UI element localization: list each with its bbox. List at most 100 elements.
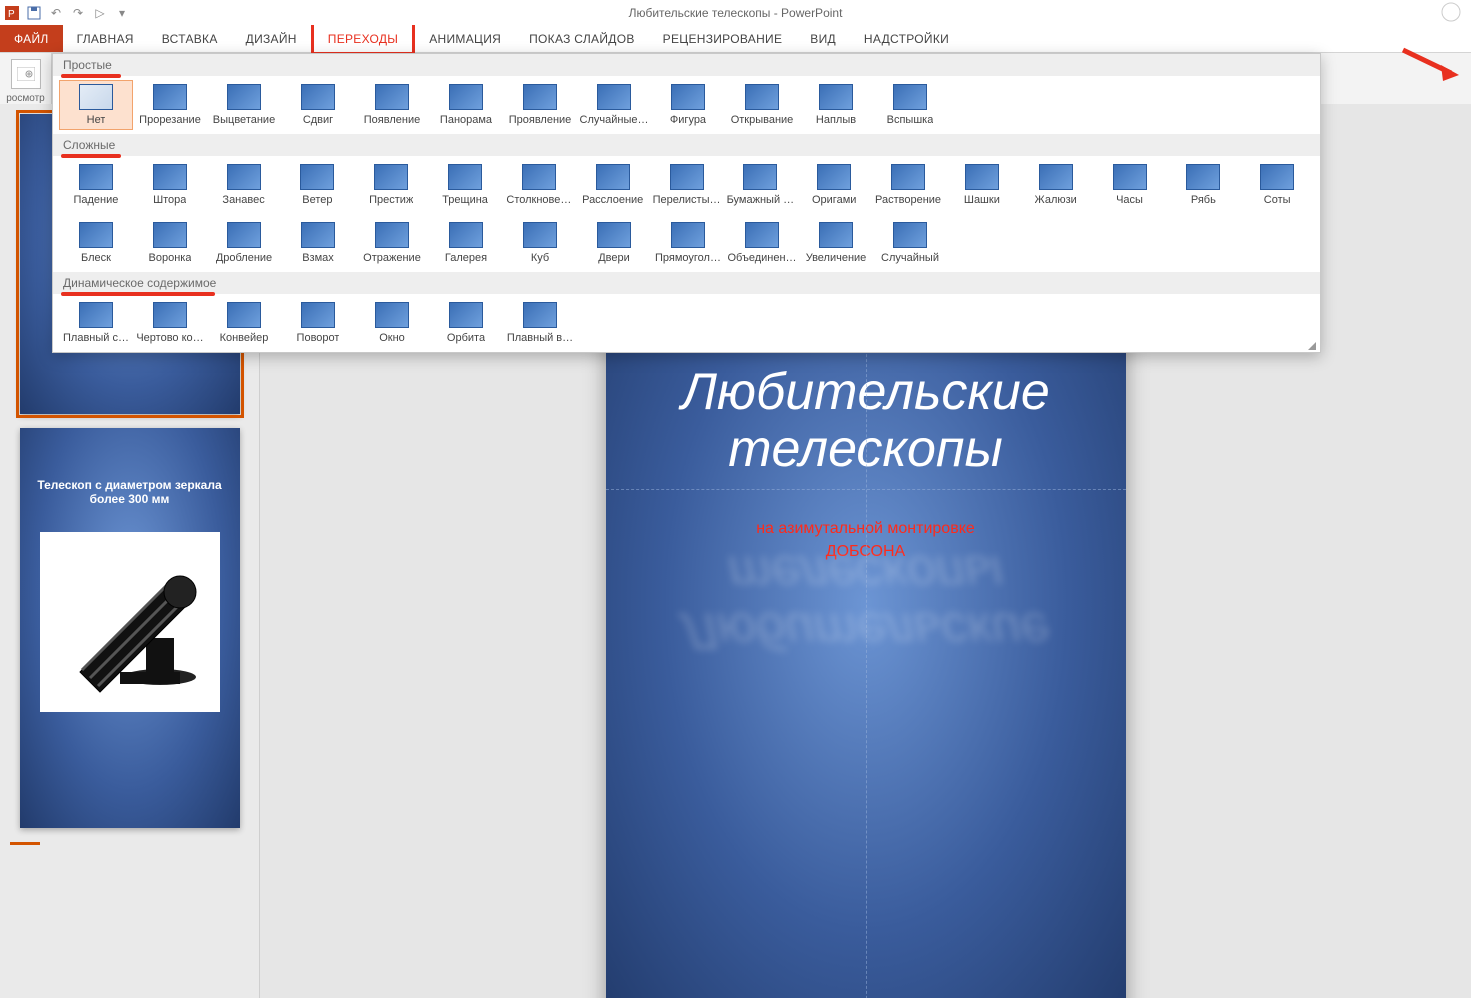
transition-нет[interactable]: Нет (59, 80, 133, 130)
transition-label: Окно (379, 332, 405, 344)
transition-расслоение[interactable]: Расслоение (576, 160, 650, 210)
transition-падение[interactable]: Падение (59, 160, 133, 210)
transition-выцветание[interactable]: Выцветание (207, 80, 281, 130)
transition-окно[interactable]: Окно (355, 298, 429, 348)
transition-label: Трещина (442, 194, 488, 206)
transition-thumb-icon (596, 164, 630, 190)
tab-review[interactable]: РЕЦЕНЗИРОВАНИЕ (649, 25, 797, 52)
gallery-resize-grip-icon[interactable] (1306, 340, 1316, 350)
transition-thumb-icon (893, 84, 927, 110)
transition-label: Вспышка (887, 114, 934, 126)
transition-thumb-icon (375, 84, 409, 110)
transition-thumb-icon (449, 222, 483, 248)
tab-slideshow[interactable]: ПОКАЗ СЛАЙДОВ (515, 25, 649, 52)
transition-блеск[interactable]: Блеск (59, 218, 133, 268)
window-help-icon[interactable] (1441, 2, 1461, 22)
transition-thumb-icon (301, 222, 335, 248)
tab-insert[interactable]: ВСТАВКА (148, 25, 232, 52)
transition-чертовоко[interactable]: Чертово ко… (133, 298, 207, 348)
thumbnail-slide-2[interactable]: Телескоп с диаметром зеркала более 300 м… (20, 428, 240, 828)
transition-thumb-icon (79, 84, 113, 110)
transition-label: Чертово ко… (136, 332, 203, 344)
transition-thumb-icon (153, 164, 187, 190)
thumbnail-slide-3-edge[interactable] (10, 842, 40, 850)
transition-взмах[interactable]: Взмах (281, 218, 355, 268)
transition-плавныйв[interactable]: Плавный в… (503, 298, 577, 348)
transition-ветер[interactable]: Ветер (280, 160, 354, 210)
transition-label: Отражение (363, 252, 421, 264)
transition-сдвиг[interactable]: Сдвиг (281, 80, 355, 130)
transition-thumb-icon (817, 164, 851, 190)
transition-отражение[interactable]: Отражение (355, 218, 429, 268)
tab-home[interactable]: ГЛАВНАЯ (63, 25, 148, 52)
transition-появление[interactable]: Появление (355, 80, 429, 130)
tab-animation[interactable]: АНИМАЦИЯ (415, 25, 515, 52)
transition-часы[interactable]: Часы (1093, 160, 1167, 210)
transition-label: Часы (1116, 194, 1143, 206)
transition-соты[interactable]: Соты (1240, 160, 1314, 210)
transition-thumb-icon (449, 302, 483, 328)
transition-увеличение[interactable]: Увеличение (799, 218, 873, 268)
transition-thumb-icon (743, 164, 777, 190)
tab-design[interactable]: ДИЗАЙН (232, 25, 311, 52)
main-slide[interactable]: Любительские телескопы на азимутальной м… (606, 324, 1126, 998)
transition-thumb-icon (227, 164, 261, 190)
transition-случайный[interactable]: Случайный (873, 218, 947, 268)
transition-label: Куб (531, 252, 549, 264)
transition-объединен[interactable]: Объединен… (725, 218, 799, 268)
transition-label: Рябь (1191, 194, 1216, 206)
annotation-underline-simple (61, 74, 121, 78)
transition-куб[interactable]: Куб (503, 218, 577, 268)
transition-фигура[interactable]: Фигура (651, 80, 725, 130)
transition-шашки[interactable]: Шашки (945, 160, 1019, 210)
transition-thumb-icon (153, 222, 187, 248)
transition-открывание[interactable]: Открывание (725, 80, 799, 130)
redo-icon[interactable]: ↷ (70, 5, 86, 21)
transition-проявление[interactable]: Проявление (503, 80, 577, 130)
transition-столкнове[interactable]: Столкнове… (502, 160, 576, 210)
transition-перелисты[interactable]: Перелисты… (650, 160, 724, 210)
tab-file[interactable]: ФАЙЛ (0, 25, 63, 52)
preview-group[interactable]: росмотр (0, 53, 52, 110)
transition-плавныйс[interactable]: Плавный с… (59, 298, 133, 348)
transition-бумажный[interactable]: Бумажный … (723, 160, 797, 210)
transition-трещина[interactable]: Трещина (428, 160, 502, 210)
transition-thumb-icon (745, 222, 779, 248)
transition-панорама[interactable]: Панорама (429, 80, 503, 130)
tab-addins[interactable]: НАДСТРОЙКИ (850, 25, 963, 52)
transition-поворот[interactable]: Поворот (281, 298, 355, 348)
transition-растворение[interactable]: Растворение (871, 160, 945, 210)
transition-thumb-icon (79, 164, 113, 190)
telescope-icon (50, 542, 210, 702)
transition-жалюзи[interactable]: Жалюзи (1019, 160, 1093, 210)
slideshow-start-icon[interactable]: ▷ (92, 5, 108, 21)
transition-оригами[interactable]: Оригами (797, 160, 871, 210)
qat-dropdown-icon[interactable]: ▾ (114, 5, 130, 21)
undo-icon[interactable]: ↶ (48, 5, 64, 21)
save-icon[interactable] (26, 5, 42, 21)
transition-label: Двери (598, 252, 630, 264)
transition-рябь[interactable]: Рябь (1166, 160, 1240, 210)
transition-наплыв[interactable]: Наплыв (799, 80, 873, 130)
transition-прорезание[interactable]: Прорезание (133, 80, 207, 130)
transition-престиж[interactable]: Престиж (354, 160, 428, 210)
transition-label: Объединен… (727, 252, 796, 264)
transition-воронка[interactable]: Воронка (133, 218, 207, 268)
transition-label: Случайный (881, 252, 939, 264)
transition-прямоугол[interactable]: Прямоугол… (651, 218, 725, 268)
transition-галерея[interactable]: Галерея (429, 218, 503, 268)
transition-thumb-icon (375, 222, 409, 248)
transition-thumb-icon (597, 222, 631, 248)
transition-орбита[interactable]: Орбита (429, 298, 503, 348)
transition-шторa[interactable]: Шторa (133, 160, 207, 210)
transition-занавес[interactable]: Занавес (207, 160, 281, 210)
transition-вспышка[interactable]: Вспышка (873, 80, 947, 130)
transition-двери[interactable]: Двери (577, 218, 651, 268)
tab-transitions[interactable]: ПЕРЕХОДЫ (311, 22, 415, 55)
transition-thumb-icon (522, 164, 556, 190)
transition-случайные[interactable]: Случайные… (577, 80, 651, 130)
tab-view[interactable]: ВИД (796, 25, 850, 52)
preview-icon (11, 59, 41, 89)
transition-дробление[interactable]: Дробление (207, 218, 281, 268)
transition-конвейер[interactable]: Конвейер (207, 298, 281, 348)
